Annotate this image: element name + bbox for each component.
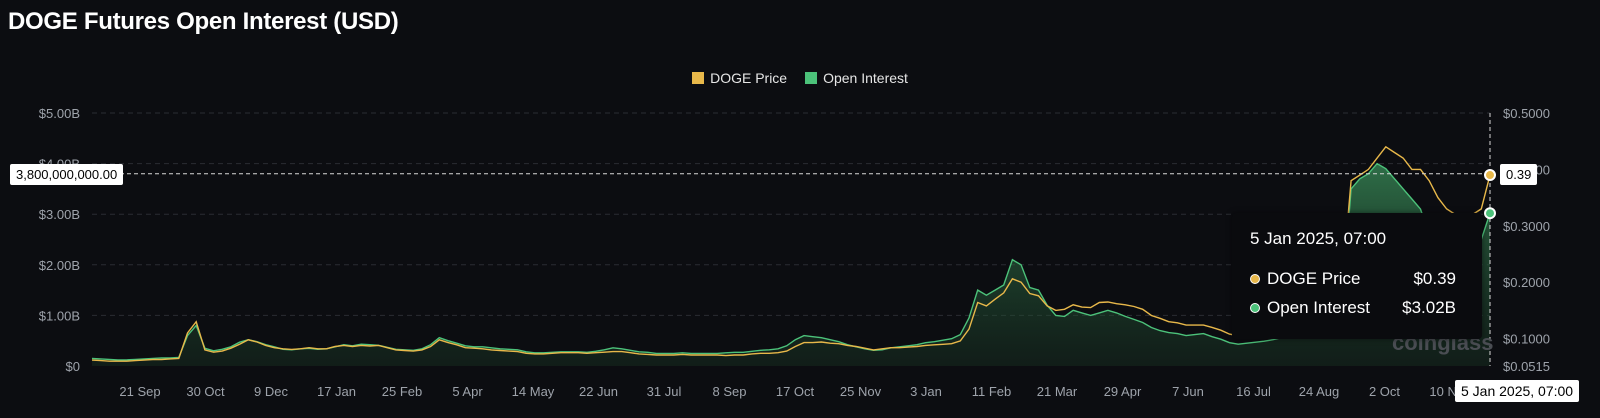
- x-tick-label: 22 Jun: [579, 384, 618, 399]
- y-left-tick-label: $2.00B: [39, 258, 80, 273]
- y-left-tick-label: $0: [66, 359, 80, 374]
- x-tick-label: 17 Jan: [317, 384, 356, 399]
- x-tick-label: 24 Aug: [1299, 384, 1340, 399]
- x-tick-label: 5 Apr: [452, 384, 483, 399]
- crosshair-left-value: 3,800,000,000.00: [10, 164, 124, 185]
- tooltip-time: 5 Jan 2025, 07:00: [1250, 229, 1387, 248]
- x-tick-label: 8 Sep: [713, 384, 747, 399]
- y-left-tick-label: $5.00B: [39, 106, 80, 121]
- x-tick-label: 11 Feb: [972, 384, 1012, 399]
- x-tick-label: 16 Jul: [1236, 384, 1271, 399]
- tooltip-value-open-interest: $3.02B: [1402, 298, 1456, 317]
- x-tick-label: 14 May: [512, 384, 555, 399]
- y-right-tick-label: $0.2000: [1503, 275, 1550, 290]
- open-interest-marker: [1484, 207, 1496, 220]
- tooltip-name-open-interest: Open Interest: [1267, 298, 1371, 317]
- y-right-tick-label: $0.0515: [1503, 359, 1550, 374]
- y-right-tick-label: $0.5000: [1503, 106, 1550, 121]
- y-right-tick-label: $0.3000: [1503, 219, 1550, 234]
- doge-price-marker: [1484, 169, 1496, 182]
- x-tick-label: 7 Jun: [1172, 384, 1204, 399]
- crosshair-time-label: 5 Jan 2025, 07:00: [1455, 380, 1580, 402]
- y-right-tick-label: $0.1000: [1503, 332, 1550, 347]
- crosshair-right-value: 0.39: [1500, 164, 1538, 185]
- x-tick-label: 25 Feb: [382, 384, 422, 399]
- chart-canvas[interactable]: $0$1.00B$2.00B$3.00B$4.00B$5.00B$0.0515$…: [0, 0, 1600, 418]
- y-left-tick-label: $3.00B: [39, 207, 80, 222]
- chart-tooltip: 5 Jan 2025, 07:00 DOGE Price $0.39 Open …: [1232, 213, 1482, 339]
- x-tick-label: 29 Apr: [1104, 384, 1142, 399]
- tooltip-row-doge-price: DOGE Price $0.39: [1250, 269, 1476, 289]
- tooltip-value-doge-price: $0.39: [1413, 269, 1456, 288]
- x-tick-label: 21 Sep: [119, 384, 160, 399]
- x-tick-label: 9 Dec: [254, 384, 288, 399]
- tooltip-name-doge-price: DOGE Price: [1267, 269, 1361, 288]
- tooltip-dot-open-interest: [1250, 303, 1260, 313]
- tooltip-row-open-interest: Open Interest $3.02B: [1250, 298, 1476, 318]
- tooltip-dot-doge-price: [1250, 274, 1260, 284]
- x-tick-label: 31 Jul: [647, 384, 682, 399]
- x-tick-label: 2 Oct: [1369, 384, 1400, 399]
- x-tick-label: 17 Oct: [776, 384, 815, 399]
- x-tick-label: 21 Mar: [1037, 384, 1078, 399]
- x-tick-label: 3 Jan: [910, 384, 942, 399]
- x-tick-label: 30 Oct: [186, 384, 225, 399]
- x-tick-label: 25 Nov: [840, 384, 882, 399]
- y-left-tick-label: $1.00B: [39, 308, 80, 323]
